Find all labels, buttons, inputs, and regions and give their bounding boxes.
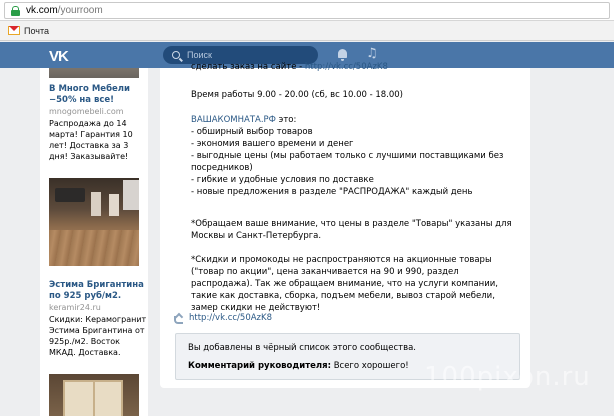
ad-domain[interactable]: mnogomebeli.com xyxy=(49,107,124,116)
address-field[interactable]: vk.com /yourroom xyxy=(4,2,610,19)
post-text: Время работы 9.00 - 20.00 (сб, вс 10.00 … xyxy=(191,89,521,101)
browser-url-bar: vk.com /yourroom xyxy=(0,0,614,21)
benefits-list: - обширный выбор товаров - экономия ваше… xyxy=(191,127,504,197)
post-cut-line: сделать заказ на сайте - http://vk.cc/50… xyxy=(191,62,388,72)
lock-icon xyxy=(11,5,20,16)
vk-logo[interactable]: VK xyxy=(49,48,69,65)
share-icon xyxy=(174,314,183,324)
post-text: ВАШАКОМНАТА.РФ это: - обширный выбор тов… xyxy=(191,114,521,198)
url-path: /yourroom xyxy=(57,5,103,16)
bookmarks-bar: Почта xyxy=(0,21,614,41)
attached-link[interactable]: http://vk.cc/50AzK8 xyxy=(174,313,272,324)
music-note-icon[interactable]: ♫ xyxy=(366,46,378,61)
ad-image[interactable] xyxy=(49,68,139,78)
work-hours: Время работы 9.00 - 20.00 (сб, вс 10.00 … xyxy=(191,90,404,100)
search-icon xyxy=(172,51,180,59)
post-note: *Скидки и промокоды не распространяются … xyxy=(191,255,498,313)
order-link[interactable]: http://vk.cc/50AzK8 xyxy=(305,62,388,72)
ad-image[interactable] xyxy=(49,178,139,266)
ad-title[interactable]: В Много Мебели −50% на все! xyxy=(49,84,145,106)
ads-column: В Много Мебели −50% на все! mnogomebeli.… xyxy=(40,68,148,416)
notice-text: Вы добавлены в чёрный список этого сообщ… xyxy=(188,343,417,353)
comment-label: Комментарий руководителя: xyxy=(188,361,331,371)
attached-link-text[interactable]: http://vk.cc/50AzK8 xyxy=(189,313,272,323)
ad-text[interactable]: Скидки: Керамогранит Эстима Бригантина о… xyxy=(49,314,147,358)
bell-icon[interactable] xyxy=(338,49,347,61)
post-note: *Обращаем ваше внимание, что цены в разд… xyxy=(191,219,512,241)
comment-text: Всего хорошего! xyxy=(331,361,409,371)
bookmark-label: Почта xyxy=(24,25,49,36)
search-placeholder: Поиск xyxy=(187,50,212,60)
watermark: 100pixon.ru xyxy=(424,362,591,392)
ad-domain[interactable]: keramir24.ru xyxy=(49,303,101,312)
brand-link[interactable]: ВАШАКОМНАТА.РФ xyxy=(191,115,276,125)
url-host: vk.com xyxy=(26,5,58,16)
mail-icon xyxy=(8,26,20,35)
ad-image[interactable] xyxy=(49,374,139,416)
bookmark-mail[interactable]: Почта xyxy=(8,26,49,36)
ad-text[interactable]: Распродажа до 14 марта! Гарантия 10 лет!… xyxy=(49,118,147,162)
admin-comment: Комментарий руководителя: Всего хорошего… xyxy=(188,361,409,371)
ad-title[interactable]: Эстима Бригантина по 925 руб/м2. xyxy=(49,280,145,302)
